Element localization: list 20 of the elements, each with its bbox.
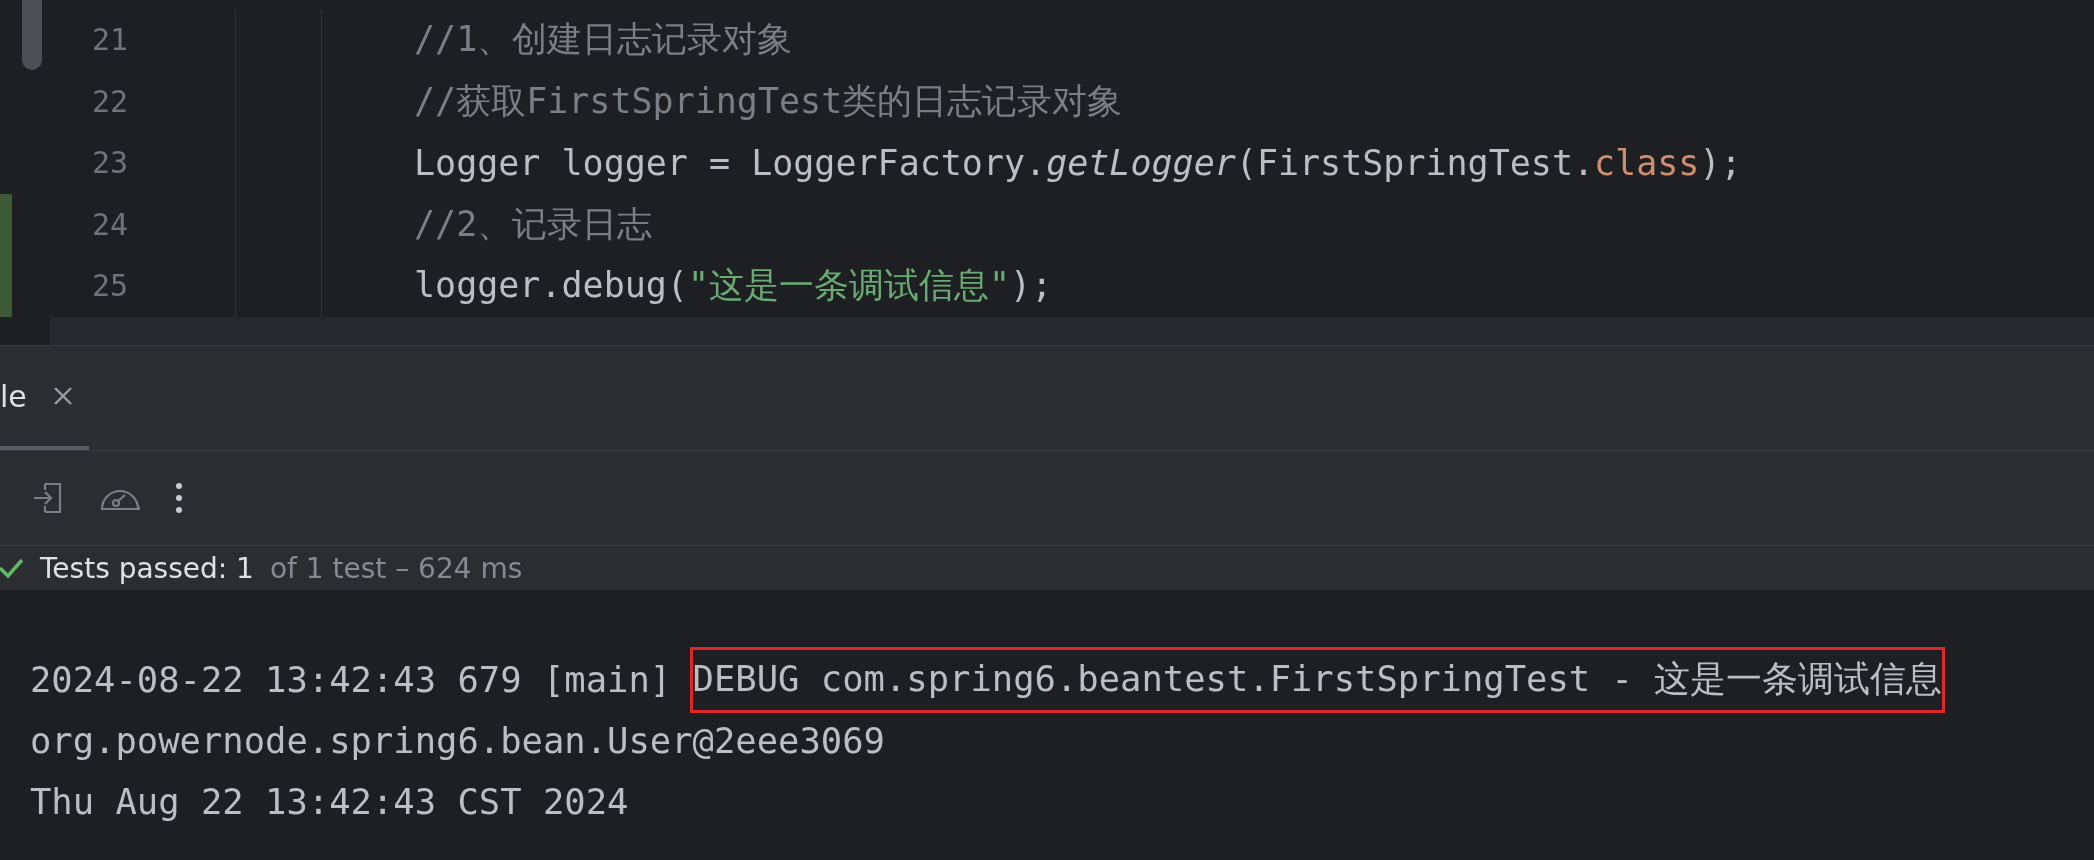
line-number: 21	[91, 22, 130, 58]
tab[interactable]: le	[0, 346, 89, 450]
line-number: 23	[91, 145, 130, 181]
highlighted-log-text: DEBUG com.spring6.beantest.FirstSpringTest - 这是一条调试信息	[692, 649, 1943, 710]
line-number: 25	[91, 268, 130, 304]
line-number: 24	[91, 206, 130, 242]
log-text: org.powernode.spring6.bean.User@2eee3069	[30, 720, 885, 761]
close-icon[interactable]	[52, 386, 73, 406]
code-line: //1、创建日志记录对象	[414, 18, 793, 62]
line-number: 22	[91, 83, 130, 119]
status-detail: of 1 test – 624 ms	[269, 551, 523, 585]
code-line: Logger logger = LoggerFactory.getLogger(FirstSpringTest.class);	[414, 142, 1742, 183]
log-text: Thu Aug 22 13:42:43 CST 2024	[30, 781, 629, 822]
code-line: logger.debug("这是一条调试信息");	[414, 264, 1053, 308]
scrollbar-thumb[interactable]	[22, 0, 42, 70]
log-text: 2024-08-22 13:42:43 679 [main]	[30, 659, 673, 700]
more-icon[interactable]	[175, 481, 183, 515]
code-line: //2、记录日志	[414, 202, 653, 246]
code-line: //获取FirstSpringTest类的日志记录对象	[414, 79, 1123, 123]
status-label: Tests passed: 1	[40, 551, 254, 585]
